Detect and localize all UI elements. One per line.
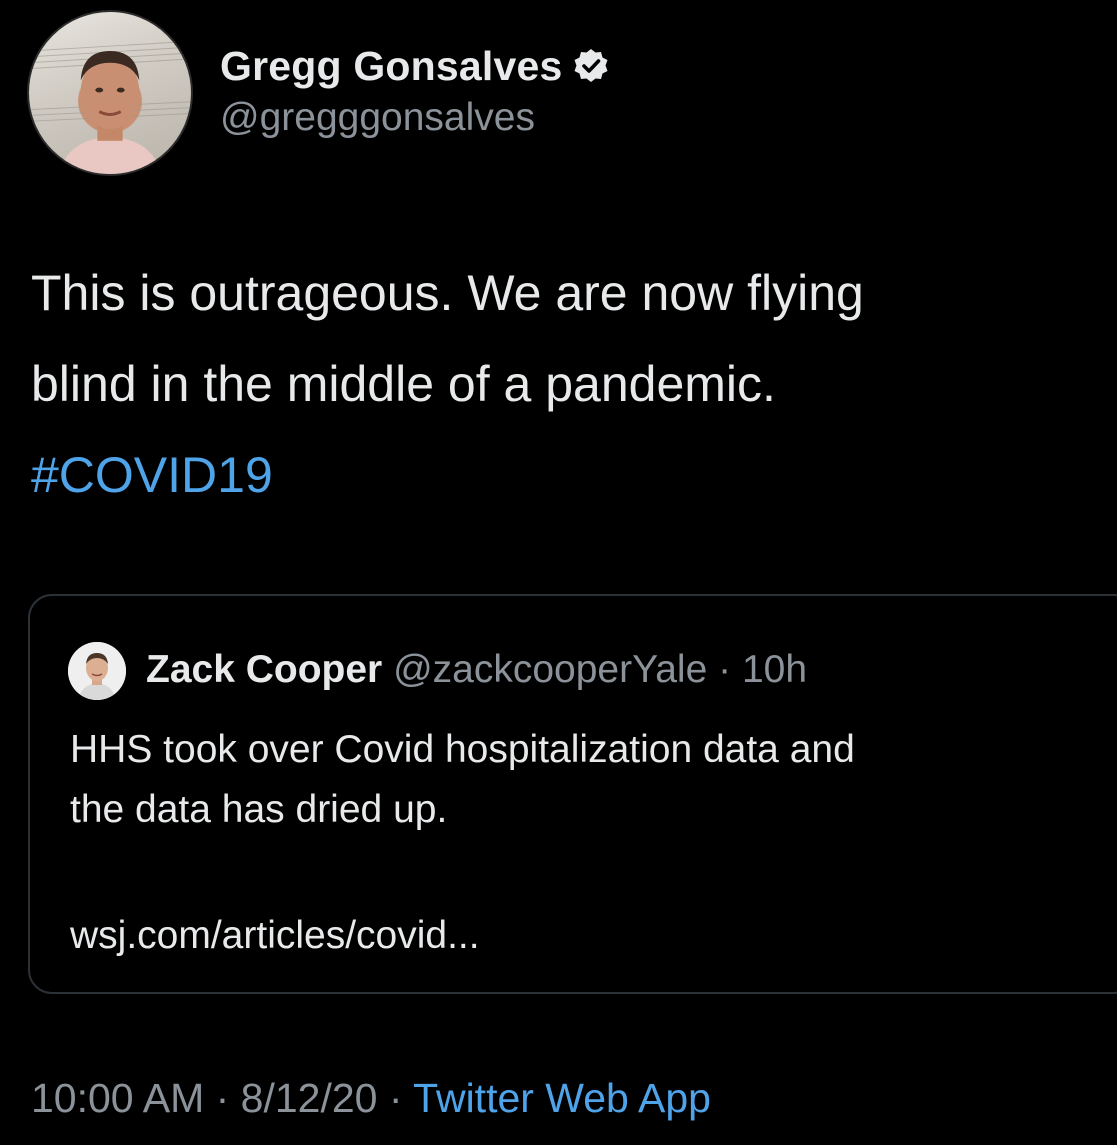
author-avatar[interactable] (27, 10, 193, 176)
tweet-detail: Gregg Gonsalves @gregggonsalves This is … (0, 0, 1117, 1145)
meta-separator: · (377, 1075, 414, 1121)
tweet-text-line: blind in the middle of a pandemic. (31, 356, 776, 412)
quoted-tweet-text: HHS took over Covid hospitalization data… (70, 720, 1090, 840)
quoted-tweet-text-line: the data has dried up. (70, 788, 448, 831)
quoted-tweet-card[interactable]: Zack Cooper @zackcooperYale · 10h HHS to… (28, 594, 1117, 994)
tweet-source-link[interactable]: Twitter Web App (413, 1075, 711, 1121)
quoted-header-separator: · (707, 648, 742, 691)
author-handle[interactable]: @gregggonsalves (220, 96, 535, 140)
author-avatar-image (29, 40, 191, 174)
quoted-author-handle[interactable]: @zackcooperYale (393, 648, 707, 691)
tweet-text: This is outrageous. We are now flying bl… (31, 248, 1111, 521)
quoted-tweet-header: Zack Cooper @zackcooperYale · 10h (146, 644, 807, 696)
author-name-row[interactable]: Gregg Gonsalves (220, 38, 609, 94)
hashtag-link[interactable]: #COVID19 (31, 430, 1111, 521)
author-display-name[interactable]: Gregg Gonsalves (220, 43, 563, 90)
tweet-text-line: This is outrageous. We are now flying (31, 265, 864, 321)
quoted-author-avatar-image (68, 642, 126, 700)
tweet-date[interactable]: 8/12/20 (241, 1075, 378, 1121)
quoted-author-avatar[interactable] (68, 642, 126, 700)
quoted-author-display-name[interactable]: Zack Cooper (146, 648, 382, 691)
quoted-tweet-text-line: HHS took over Covid hospitalization data… (70, 728, 855, 771)
tweet-time[interactable]: 10:00 AM (31, 1075, 204, 1121)
quoted-tweet-link[interactable]: wsj.com/articles/covid... (70, 906, 480, 966)
quoted-tweet-time[interactable]: 10h (742, 648, 807, 691)
tweet-meta: 10:00 AM · 8/12/20 · Twitter Web App (31, 1068, 711, 1128)
verified-badge-icon (573, 48, 609, 84)
meta-separator: · (204, 1075, 241, 1121)
